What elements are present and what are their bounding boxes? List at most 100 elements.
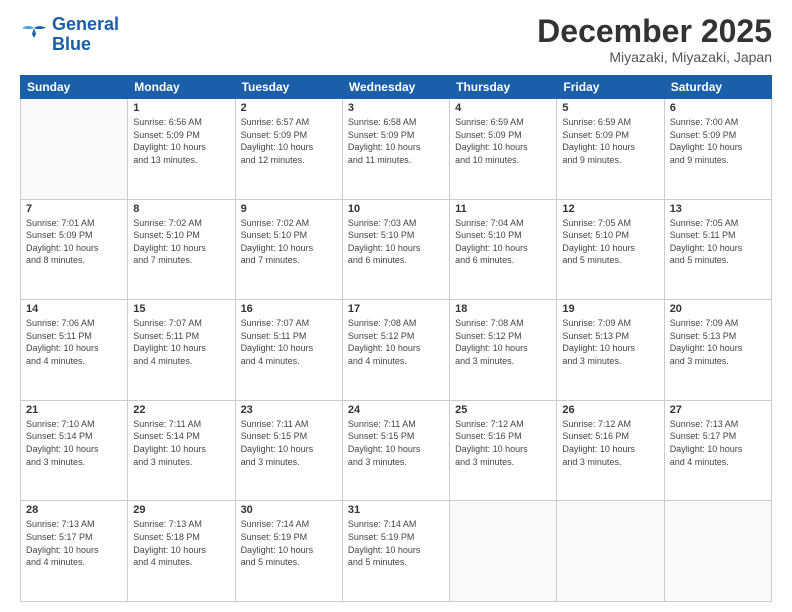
day-number: 8 <box>133 203 229 215</box>
week-row: 1 Sunrise: 6:56 AM Sunset: 5:09 PM Daylig… <box>21 99 772 200</box>
day-info: Sunrise: 7:13 AM Sunset: 5:17 PM Dayligh… <box>670 418 766 468</box>
day-info: Sunrise: 7:13 AM Sunset: 5:17 PM Dayligh… <box>26 518 122 568</box>
day-number: 22 <box>133 404 229 416</box>
weekday-header: Monday <box>128 76 235 99</box>
calendar-cell: 21Sunrise: 7:10 AM Sunset: 5:14 PM Dayli… <box>21 400 128 501</box>
calendar-cell: 11 Sunrise: 7:04 AM Sunset: 5:10 PM Dayli… <box>450 199 557 300</box>
day-number: 11 <box>455 203 551 215</box>
calendar-cell <box>450 501 557 602</box>
calendar-cell <box>664 501 771 602</box>
week-row: 7Sunrise: 7:01 AM Sunset: 5:09 PM Daylig… <box>21 199 772 300</box>
calendar-cell: 30 Sunrise: 7:14 AM Sunset: 5:19 PM Dayli… <box>235 501 342 602</box>
day-number: 14 <box>26 303 122 315</box>
day-number: 16 <box>241 303 337 315</box>
calendar-cell: 9Sunrise: 7:02 AM Sunset: 5:10 PM Daylig… <box>235 199 342 300</box>
day-number: 24 <box>348 404 444 416</box>
day-info: Sunrise: 7:00 AM Sunset: 5:09 PM Dayligh… <box>670 116 766 166</box>
day-number: 13 <box>670 203 766 215</box>
calendar-cell <box>21 99 128 200</box>
logo-line2: Blue <box>52 34 91 54</box>
day-number: 27 <box>670 404 766 416</box>
day-number: 1 <box>133 102 229 114</box>
day-info: Sunrise: 7:14 AM Sunset: 5:19 PM Dayligh… <box>348 518 444 568</box>
calendar-cell: 4Sunrise: 6:59 AM Sunset: 5:09 PM Daylig… <box>450 99 557 200</box>
calendar-cell: 13 Sunrise: 7:05 AM Sunset: 5:11 PM Dayli… <box>664 199 771 300</box>
calendar-cell: 29Sunrise: 7:13 AM Sunset: 5:18 PM Dayli… <box>128 501 235 602</box>
day-number: 30 <box>241 504 337 516</box>
calendar-cell: 18Sunrise: 7:08 AM Sunset: 5:12 PM Dayli… <box>450 300 557 401</box>
day-number: 19 <box>562 303 658 315</box>
logo-line1: General <box>52 14 119 34</box>
day-info: Sunrise: 7:14 AM Sunset: 5:19 PM Dayligh… <box>241 518 337 568</box>
calendar-cell: 24Sunrise: 7:11 AM Sunset: 5:15 PM Dayli… <box>342 400 449 501</box>
day-info: Sunrise: 7:12 AM Sunset: 5:16 PM Dayligh… <box>455 418 551 468</box>
day-info: Sunrise: 6:58 AM Sunset: 5:09 PM Dayligh… <box>348 116 444 166</box>
day-info: Sunrise: 7:01 AM Sunset: 5:09 PM Dayligh… <box>26 217 122 267</box>
weekday-header: Wednesday <box>342 76 449 99</box>
day-number: 6 <box>670 102 766 114</box>
day-number: 4 <box>455 102 551 114</box>
day-info: Sunrise: 7:05 AM Sunset: 5:10 PM Dayligh… <box>562 217 658 267</box>
day-number: 23 <box>241 404 337 416</box>
day-info: Sunrise: 7:11 AM Sunset: 5:15 PM Dayligh… <box>241 418 337 468</box>
calendar-cell: 1 Sunrise: 6:56 AM Sunset: 5:09 PM Daylig… <box>128 99 235 200</box>
week-row: 21Sunrise: 7:10 AM Sunset: 5:14 PM Dayli… <box>21 400 772 501</box>
weekday-header: Thursday <box>450 76 557 99</box>
day-info: Sunrise: 7:03 AM Sunset: 5:10 PM Dayligh… <box>348 217 444 267</box>
day-info: Sunrise: 7:12 AM Sunset: 5:16 PM Dayligh… <box>562 418 658 468</box>
calendar-cell: 5 Sunrise: 6:59 AM Sunset: 5:09 PM Daylig… <box>557 99 664 200</box>
calendar-cell: 3 Sunrise: 6:58 AM Sunset: 5:09 PM Daylig… <box>342 99 449 200</box>
day-number: 21 <box>26 404 122 416</box>
calendar-cell: 7Sunrise: 7:01 AM Sunset: 5:09 PM Daylig… <box>21 199 128 300</box>
header: General Blue December 2025 Miyazaki, Miy… <box>20 15 772 65</box>
calendar-cell: 16Sunrise: 7:07 AM Sunset: 5:11 PM Dayli… <box>235 300 342 401</box>
calendar-cell: 15Sunrise: 7:07 AM Sunset: 5:11 PM Dayli… <box>128 300 235 401</box>
calendar-cell: 27 Sunrise: 7:13 AM Sunset: 5:17 PM Dayli… <box>664 400 771 501</box>
day-info: Sunrise: 7:06 AM Sunset: 5:11 PM Dayligh… <box>26 317 122 367</box>
calendar-cell: 25 Sunrise: 7:12 AM Sunset: 5:16 PM Dayli… <box>450 400 557 501</box>
day-number: 20 <box>670 303 766 315</box>
day-number: 3 <box>348 102 444 114</box>
day-info: Sunrise: 7:02 AM Sunset: 5:10 PM Dayligh… <box>241 217 337 267</box>
day-info: Sunrise: 7:02 AM Sunset: 5:10 PM Dayligh… <box>133 217 229 267</box>
day-number: 5 <box>562 102 658 114</box>
calendar-page: General Blue December 2025 Miyazaki, Miy… <box>0 0 792 612</box>
week-row: 14 Sunrise: 7:06 AM Sunset: 5:11 PM Dayli… <box>21 300 772 401</box>
day-number: 10 <box>348 203 444 215</box>
day-info: Sunrise: 6:59 AM Sunset: 5:09 PM Dayligh… <box>562 116 658 166</box>
day-number: 31 <box>348 504 444 516</box>
calendar-cell: 19 Sunrise: 7:09 AM Sunset: 5:13 PM Dayli… <box>557 300 664 401</box>
weekday-header: Sunday <box>21 76 128 99</box>
day-info: Sunrise: 6:57 AM Sunset: 5:09 PM Dayligh… <box>241 116 337 166</box>
calendar-header-row: SundayMondayTuesdayWednesdayThursdayFrid… <box>21 76 772 99</box>
calendar-cell: 6 Sunrise: 7:00 AM Sunset: 5:09 PM Daylig… <box>664 99 771 200</box>
day-info: Sunrise: 7:04 AM Sunset: 5:10 PM Dayligh… <box>455 217 551 267</box>
calendar-cell: 2Sunrise: 6:57 AM Sunset: 5:09 PM Daylig… <box>235 99 342 200</box>
calendar-cell: 20Sunrise: 7:09 AM Sunset: 5:13 PM Dayli… <box>664 300 771 401</box>
weekday-header: Saturday <box>664 76 771 99</box>
month-title: December 2025 <box>537 15 772 47</box>
calendar-cell: 31 Sunrise: 7:14 AM Sunset: 5:19 PM Dayli… <box>342 501 449 602</box>
calendar-cell: 12Sunrise: 7:05 AM Sunset: 5:10 PM Dayli… <box>557 199 664 300</box>
calendar-cell: 23 Sunrise: 7:11 AM Sunset: 5:15 PM Dayli… <box>235 400 342 501</box>
weekday-header: Tuesday <box>235 76 342 99</box>
week-row: 28 Sunrise: 7:13 AM Sunset: 5:17 PM Dayli… <box>21 501 772 602</box>
day-info: Sunrise: 7:07 AM Sunset: 5:11 PM Dayligh… <box>133 317 229 367</box>
day-number: 25 <box>455 404 551 416</box>
calendar-cell: 28 Sunrise: 7:13 AM Sunset: 5:17 PM Dayli… <box>21 501 128 602</box>
day-number: 17 <box>348 303 444 315</box>
day-info: Sunrise: 7:08 AM Sunset: 5:12 PM Dayligh… <box>348 317 444 367</box>
day-info: Sunrise: 7:09 AM Sunset: 5:13 PM Dayligh… <box>562 317 658 367</box>
title-block: December 2025 Miyazaki, Miyazaki, Japan <box>537 15 772 65</box>
logo: General Blue <box>20 15 119 55</box>
calendar-cell <box>557 501 664 602</box>
day-info: Sunrise: 7:11 AM Sunset: 5:14 PM Dayligh… <box>133 418 229 468</box>
calendar-cell: 14 Sunrise: 7:06 AM Sunset: 5:11 PM Dayli… <box>21 300 128 401</box>
calendar-cell: 26Sunrise: 7:12 AM Sunset: 5:16 PM Dayli… <box>557 400 664 501</box>
day-info: Sunrise: 7:05 AM Sunset: 5:11 PM Dayligh… <box>670 217 766 267</box>
day-number: 28 <box>26 504 122 516</box>
day-info: Sunrise: 6:56 AM Sunset: 5:09 PM Dayligh… <box>133 116 229 166</box>
day-info: Sunrise: 7:13 AM Sunset: 5:18 PM Dayligh… <box>133 518 229 568</box>
calendar-cell: 10 Sunrise: 7:03 AM Sunset: 5:10 PM Dayli… <box>342 199 449 300</box>
calendar-cell: 17 Sunrise: 7:08 AM Sunset: 5:12 PM Dayli… <box>342 300 449 401</box>
